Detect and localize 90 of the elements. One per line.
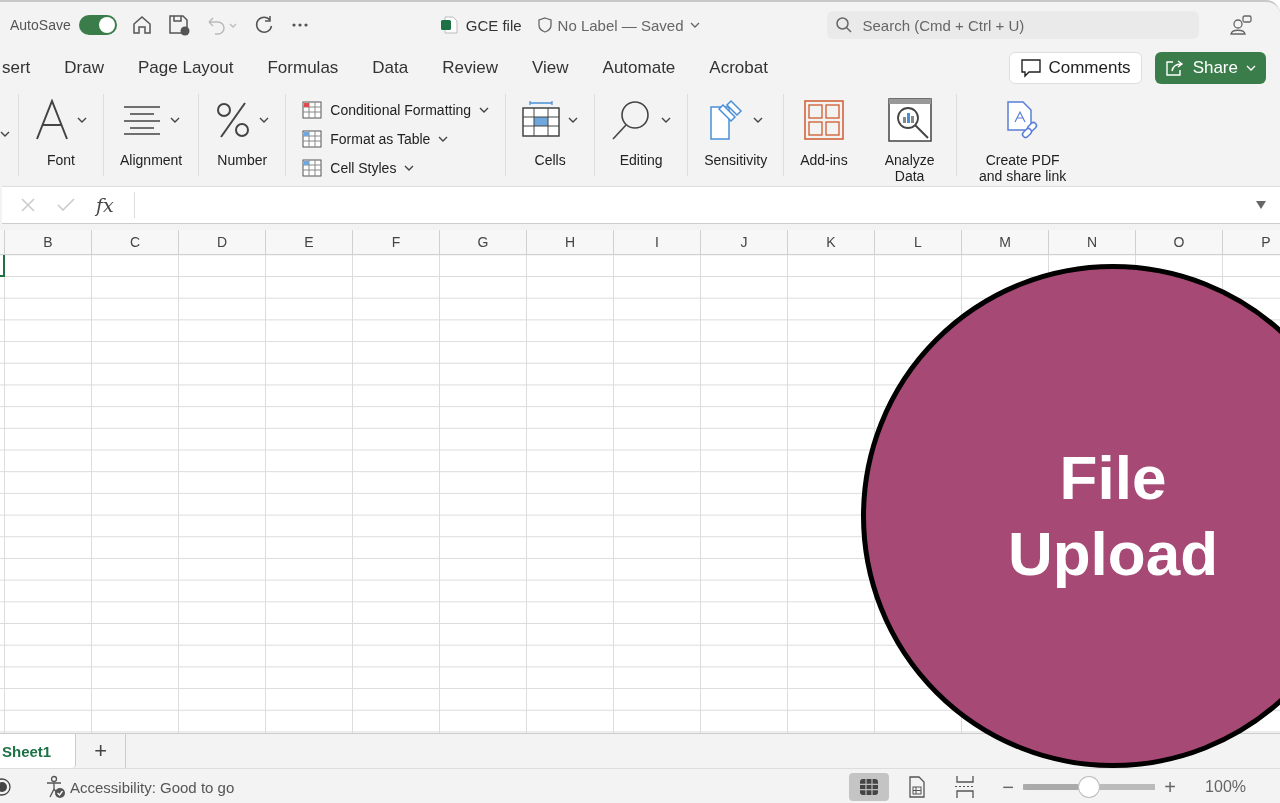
ribbon-tab[interactable]: View: [532, 58, 569, 78]
ribbon-group-button[interactable]: Font: [19, 92, 103, 184]
accessibility-check-icon[interactable]: [44, 775, 66, 799]
chevron-down-icon: [170, 116, 181, 124]
column-header[interactable]: J: [701, 230, 788, 254]
people-icon[interactable]: [1228, 13, 1253, 37]
chevron-down-icon: [479, 105, 490, 114]
file-name: GCE file: [465, 16, 522, 34]
triangle-down-icon[interactable]: [1256, 201, 1266, 209]
ribbon-menu-button[interactable]: Conditional Formatting: [302, 98, 490, 121]
grid-icon: [859, 778, 880, 796]
ribbon-tab[interactable]: Review: [442, 58, 498, 78]
spreadsheet-file-icon: [439, 16, 458, 34]
page-break-icon: [954, 775, 977, 799]
chevron-down-icon: [77, 116, 87, 124]
ribbon-menu-button[interactable]: Format as Table: [302, 127, 490, 150]
ribbon-group-button[interactable]: Analyze Data: [863, 92, 956, 184]
chevron-down-icon[interactable]: [0, 130, 10, 138]
column-header[interactable]: F: [353, 230, 440, 254]
ribbon-group-button[interactable]: Cells: [506, 92, 595, 184]
shield-icon: [537, 17, 552, 33]
share-button[interactable]: Share: [1154, 52, 1266, 84]
ribbon-tab[interactable]: Page Layout: [138, 58, 234, 78]
autosave-toggle[interactable]: [78, 15, 117, 35]
chevron-down-icon: [752, 116, 763, 124]
ribbon-group-button[interactable]: Number: [199, 92, 286, 184]
column-header[interactable]: D: [179, 230, 266, 254]
home-icon[interactable]: [130, 14, 153, 36]
overlay-text: File Upload: [1006, 442, 1220, 590]
zoom-out-button[interactable]: −: [997, 775, 1020, 799]
table-format-icon: [302, 129, 323, 148]
ribbon-tab[interactable]: Draw: [64, 58, 104, 78]
chevron-down-icon: [404, 163, 415, 172]
column-header[interactable]: B: [5, 230, 92, 254]
table-format-icon: [302, 158, 323, 177]
ribbon-group-button[interactable]: Alignment: [104, 92, 199, 184]
align-lines-icon: [122, 105, 163, 135]
table-format-icon: [302, 100, 323, 119]
tagged-document-icon: [708, 99, 745, 141]
four-squares-icon: [803, 100, 844, 140]
ribbon-menu-button[interactable]: Cell Styles: [302, 156, 490, 179]
insert-function-button[interactable]: fx: [96, 194, 114, 216]
chevron-down-icon: [438, 134, 449, 143]
ribbon-tab[interactable]: Acrobat: [709, 58, 768, 78]
autosave-label: AutoSave: [10, 17, 71, 33]
save-icon[interactable]: [166, 13, 191, 37]
selection-handle[interactable]: [0, 255, 5, 277]
zoom-in-button[interactable]: +: [1159, 775, 1182, 799]
checkmark-icon[interactable]: [56, 197, 76, 213]
ribbon-group-button[interactable]: Editing: [595, 92, 688, 184]
ribbon-tab[interactable]: Automate: [602, 58, 676, 78]
chevron-down-icon: [568, 116, 579, 124]
comments-button[interactable]: Comments: [1009, 52, 1142, 84]
chart-magnifier-icon: [887, 98, 932, 142]
cells-grid-icon: [522, 101, 561, 139]
column-header[interactable]: E: [266, 230, 353, 254]
column-header[interactable]: O: [1136, 230, 1223, 254]
chevron-down-icon: [689, 21, 700, 29]
column-header[interactable]: C: [92, 230, 179, 254]
ribbon-tab[interactable]: Formulas: [267, 58, 339, 78]
speech-bubble-icon: [1020, 58, 1043, 78]
column-header[interactable]: P: [1223, 230, 1280, 254]
page-layout-icon: [908, 776, 927, 798]
column-header[interactable]: I: [614, 230, 701, 254]
column-header[interactable]: K: [788, 230, 875, 254]
ribbon-group-button[interactable]: Sensitivity: [688, 92, 784, 184]
search-icon: [834, 16, 853, 34]
column-header[interactable]: N: [1049, 230, 1136, 254]
letter-icon: [35, 99, 69, 141]
zoom-level[interactable]: 100%: [1205, 778, 1246, 796]
ribbon-group-button[interactable]: Add-ins: [784, 92, 864, 184]
ribbon-group-button[interactable]: Create PDF and share link: [956, 92, 1089, 184]
add-sheet-button[interactable]: +: [76, 734, 127, 768]
percent-icon: [215, 101, 252, 139]
sheet-tab[interactable]: Sheet1: [0, 734, 77, 768]
label-status-button[interactable]: No Label — Saved: [537, 16, 700, 34]
view-button[interactable]: [849, 773, 890, 801]
column-header[interactable]: L: [875, 230, 962, 254]
accessibility-status[interactable]: Accessibility: Good to go: [70, 778, 235, 796]
ribbon-tab[interactable]: sert: [2, 58, 31, 78]
column-header[interactable]: H: [527, 230, 614, 254]
column-header[interactable]: M: [962, 230, 1049, 254]
column-header[interactable]: G: [440, 230, 527, 254]
chevron-down-icon: [259, 116, 270, 124]
share-icon: [1164, 59, 1185, 77]
chevron-down-icon: [1246, 64, 1256, 72]
chevron-down-icon: [661, 116, 672, 124]
ribbon-tab[interactable]: Data: [372, 58, 409, 78]
search-field[interactable]: Search (Cmd + Ctrl + U): [826, 11, 1199, 39]
zoom-slider-thumb[interactable]: [1078, 776, 1101, 798]
